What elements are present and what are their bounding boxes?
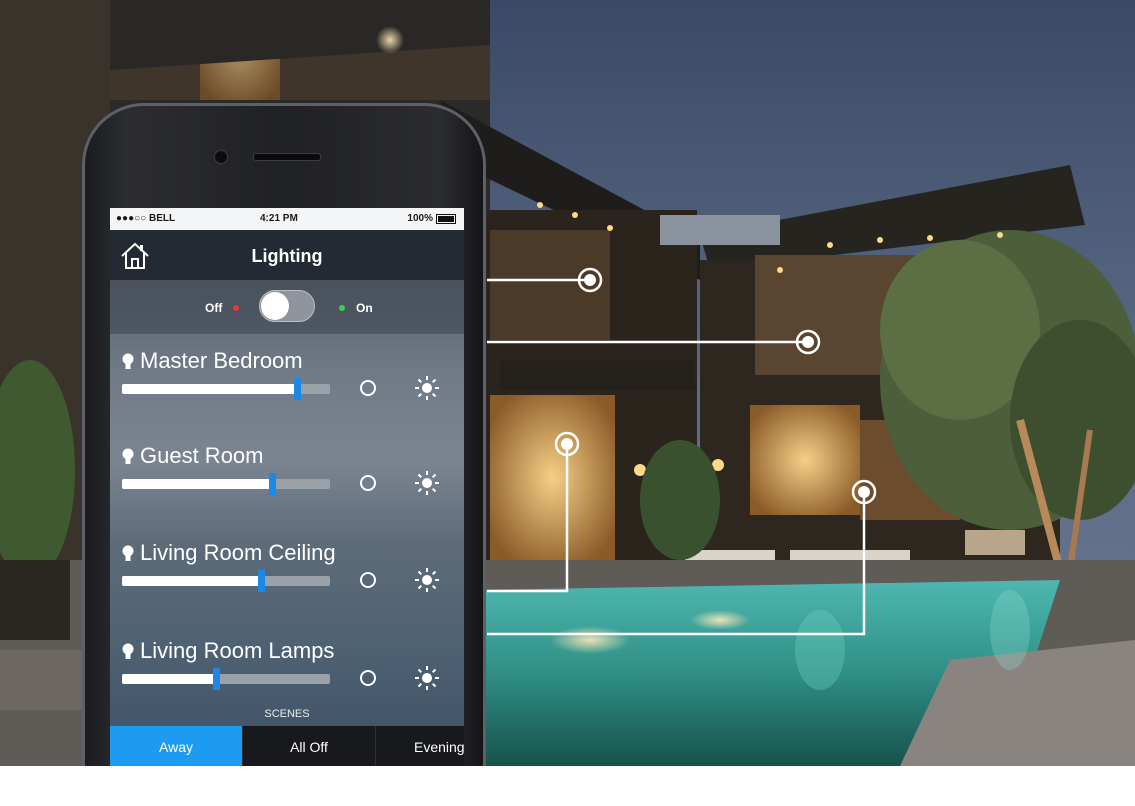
off-label: Off [205,301,223,315]
on-label: On [356,301,373,315]
status-bar: ●●●○○ BELL 4:21 PM 100% [110,208,464,230]
nav-bar: Lighting [110,230,464,280]
slider-thumb[interactable] [258,570,265,592]
brightness-max-icon[interactable] [414,665,440,696]
scene-tab-away[interactable]: Away [110,726,243,766]
master-switch-row: Off On [110,280,464,334]
slider-fill [122,674,216,684]
light-off-button[interactable] [360,572,376,588]
room-name-master-bedroom: Master Bedroom [140,348,303,373]
phone-camera [214,150,228,164]
room-name-guest-room: Guest Room [140,443,264,468]
dimmer-slider-master-bedroom[interactable] [122,378,330,400]
room-row-living-room-lamps: Living Room Lamps [110,628,464,718]
room-name-living-room-lamps: Living Room Lamps [140,638,335,663]
light-off-button[interactable] [360,670,376,686]
clock-label: 4:21 PM [260,213,298,224]
dimmer-slider-guest-room[interactable] [122,473,330,495]
off-indicator-dot [233,305,239,311]
scene-tab-bar: Away All Off Evening [110,726,464,766]
room-name-living-room-ceiling: Living Room Ceiling [140,540,336,565]
slider-fill [122,479,272,489]
battery-icon [436,213,456,224]
slider-fill [122,576,261,586]
scenes-section-label: SCENES [264,708,310,720]
slider-fill [122,384,297,394]
scene-tab-all-off[interactable]: All Off [243,726,376,766]
phone-device: ●●●○○ BELL 4:21 PM 100% Lighting Off On … [82,103,486,766]
app-screen: ●●●○○ BELL 4:21 PM 100% Lighting Off On … [110,208,464,766]
slider-thumb[interactable] [294,378,301,400]
brightness-max-icon[interactable] [414,567,440,598]
bulb-icon [122,448,134,471]
slider-thumb[interactable] [213,668,220,690]
room-row-living-room-ceiling: Living Room Ceiling [110,530,464,620]
smart-home-scene: ●●●○○ BELL 4:21 PM 100% Lighting Off On … [0,0,1135,766]
dimmer-slider-living-room-ceiling[interactable] [122,570,330,592]
slider-thumb[interactable] [269,473,276,495]
battery-status: 100% [407,213,456,224]
brightness-max-icon[interactable] [414,470,440,501]
battery-label: 100% [407,213,433,224]
light-off-button[interactable] [360,475,376,491]
room-row-guest-room: Guest Room [110,433,464,523]
carrier-label: ●●●○○ BELL [116,213,176,224]
dimmer-slider-living-room-lamps[interactable] [122,668,330,690]
room-row-master-bedroom: Master Bedroom [110,338,464,428]
light-off-button[interactable] [360,380,376,396]
master-toggle-switch[interactable] [259,290,315,322]
phone-speaker [253,153,321,161]
page-title: Lighting [251,246,323,266]
brightness-max-icon[interactable] [414,375,440,406]
bulb-icon [122,643,134,666]
toggle-knob[interactable] [261,292,289,320]
bulb-icon [122,545,134,568]
scene-tab-evening[interactable]: Evening [376,726,464,766]
on-indicator-dot [339,305,345,311]
bulb-icon [122,353,134,376]
